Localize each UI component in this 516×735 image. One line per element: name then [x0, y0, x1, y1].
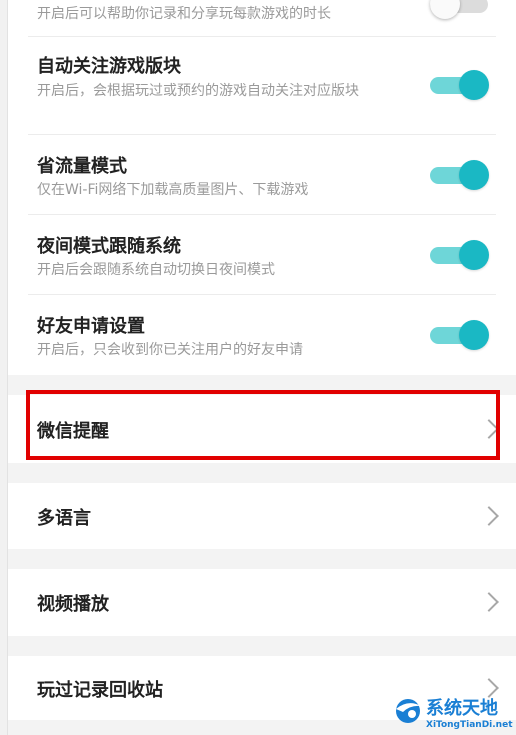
night-mode-desc: 开启后会跟随系统自动切换日夜间模式: [37, 262, 275, 278]
friend-request-title: 好友申请设置: [37, 316, 145, 337]
play-time-desc: 开启后可以帮助你记录和分享玩每款游戏的时长: [37, 6, 331, 22]
play-time-toggle[interactable]: [430, 0, 492, 20]
toggle-knob: [459, 240, 489, 270]
toggle-knob: [430, 0, 460, 19]
auto-follow-setting-row: 自动关注游戏版块 开启后，会根据玩过或预约的游戏自动关注对应版块: [8, 37, 516, 134]
language-label: 多语言: [37, 508, 91, 529]
data-saver-toggle[interactable]: [430, 159, 492, 191]
section-gap: [8, 549, 516, 569]
section-gap: [8, 463, 516, 483]
video-playback-row[interactable]: 视频播放: [8, 569, 516, 636]
watermark-url: XiTongTianDi.net: [426, 720, 513, 730]
friend-request-desc: 开启后，只会收到你已关注用户的好友申请: [37, 342, 303, 358]
auto-follow-desc: 开启后，会根据玩过或预约的游戏自动关注对应版块: [37, 83, 359, 99]
played-recycle-bin-label: 玩过记录回收站: [37, 680, 163, 701]
watermark-logo-icon: [396, 699, 421, 723]
night-mode-toggle[interactable]: [430, 239, 492, 271]
data-saver-title: 省流量模式: [37, 156, 127, 177]
auto-follow-title: 自动关注游戏版块: [37, 56, 181, 77]
data-saver-desc: 仅在Wi-Fi网络下加载高质量图片、下载游戏: [37, 182, 309, 198]
play-time-setting-row: 开启后可以帮助你记录和分享玩每款游戏的时长: [8, 0, 516, 36]
chevron-right-icon: [479, 592, 499, 612]
night-mode-title: 夜间模式跟随系统: [37, 236, 181, 257]
toggle-knob: [459, 320, 489, 350]
left-edge-strip: [0, 0, 8, 735]
friend-request-setting-row: 好友申请设置 开启后，只会收到你已关注用户的好友申请: [8, 295, 516, 375]
chevron-right-icon: [479, 506, 499, 526]
section-gap: [8, 636, 516, 656]
toggle-knob: [459, 70, 489, 100]
video-playback-label: 视频播放: [37, 594, 109, 615]
settings-list: 开启后可以帮助你记录和分享玩每款游戏的时长 自动关注游戏版块 开启后，会根据玩过…: [8, 0, 516, 735]
night-mode-setting-row: 夜间模式跟随系统 开启后会跟随系统自动切换日夜间模式: [8, 215, 516, 294]
auto-follow-toggle[interactable]: [430, 69, 492, 101]
toggle-knob: [459, 160, 489, 190]
watermark: 系统天地 XiTongTianDi.net: [393, 692, 516, 735]
friend-request-toggle[interactable]: [430, 319, 492, 351]
data-saver-setting-row: 省流量模式 仅在Wi-Fi网络下加载高质量图片、下载游戏: [8, 135, 516, 214]
highlight-box: [26, 390, 500, 460]
watermark-title: 系统天地: [426, 698, 498, 719]
language-row[interactable]: 多语言: [8, 483, 516, 549]
